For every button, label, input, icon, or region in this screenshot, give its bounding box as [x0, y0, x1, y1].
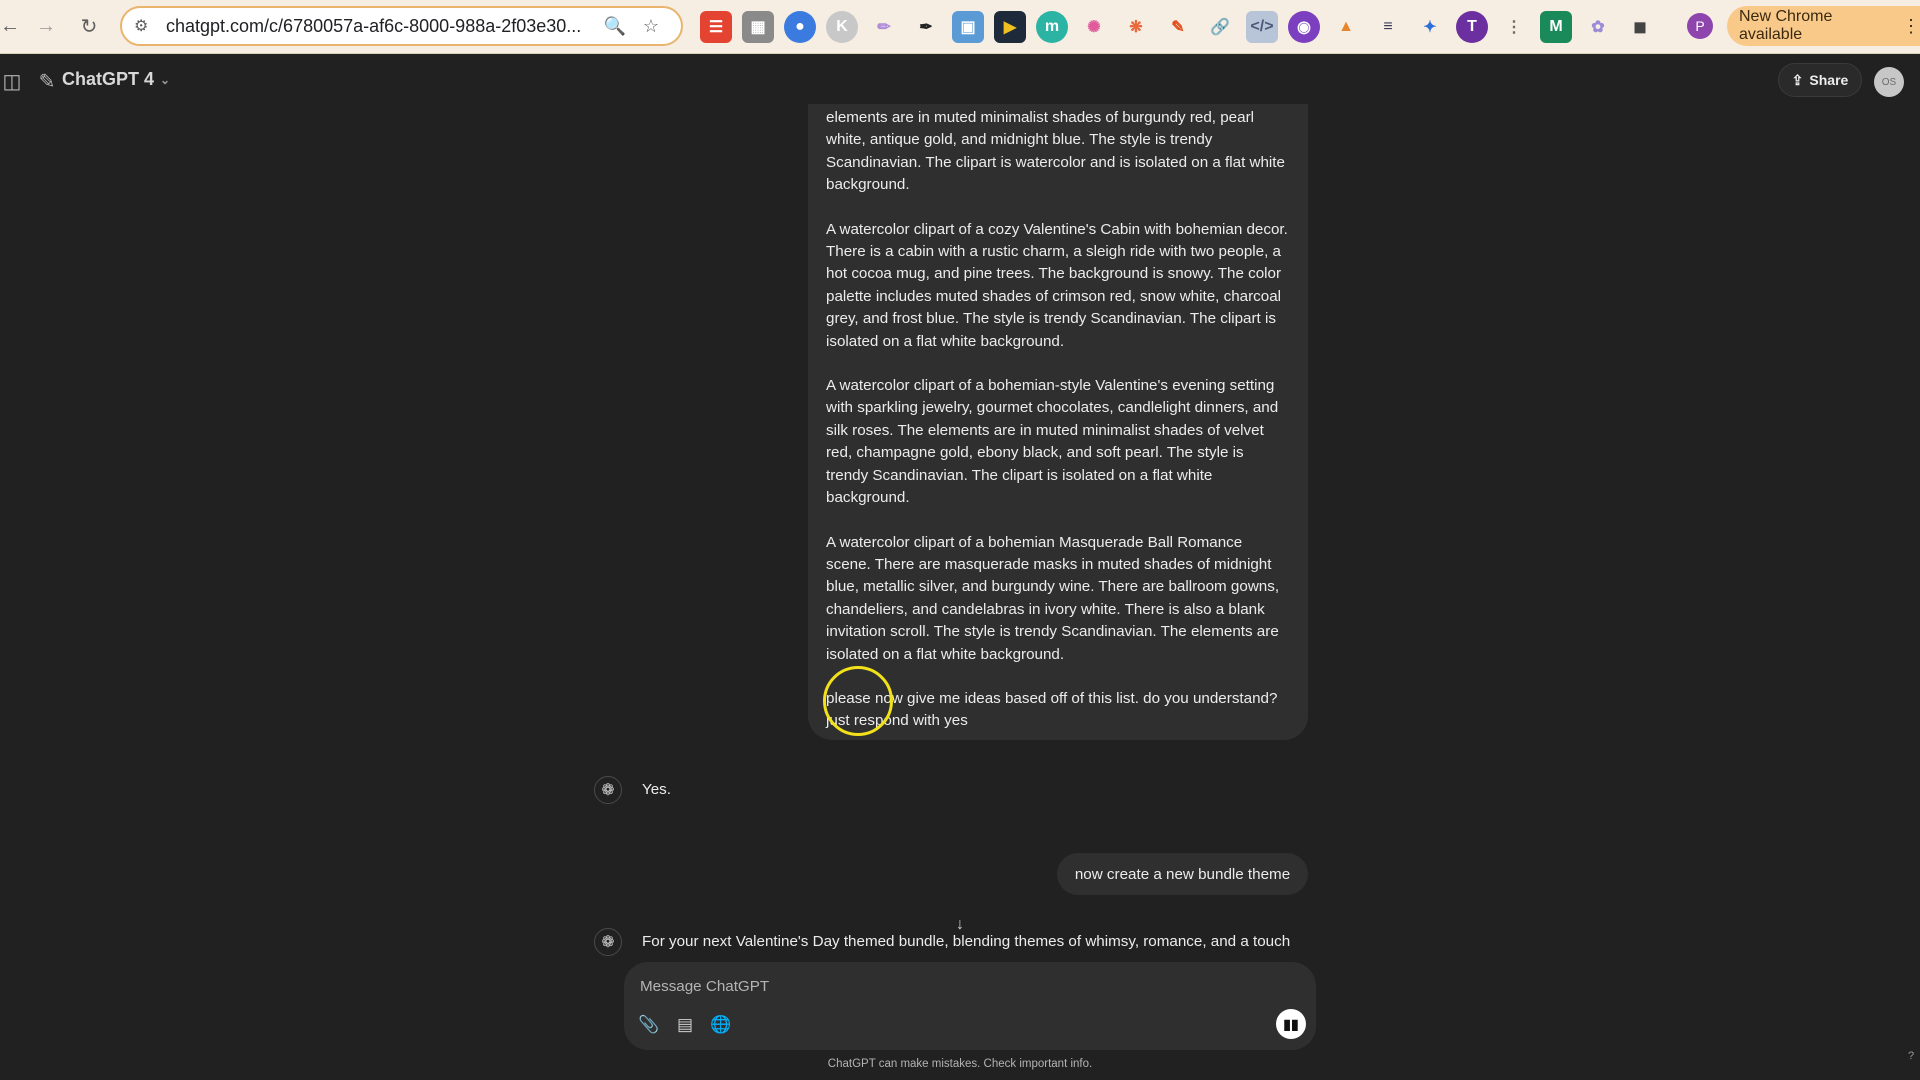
- help-icon[interactable]: ?: [1908, 1050, 1914, 1062]
- brain-icon[interactable]: ✿: [1582, 11, 1614, 43]
- profile-avatar[interactable]: P: [1687, 13, 1713, 39]
- user-message-bubble: elements are in muted minimalist shades …: [808, 104, 1308, 740]
- voice-mode-button[interactable]: ▮▮: [1276, 1009, 1306, 1039]
- cursor-highlight: [823, 666, 893, 736]
- attach-paperclip-icon[interactable]: 📎: [638, 1014, 660, 1036]
- model-name: ChatGPT 4: [62, 69, 155, 89]
- composer-tools: 📎 ▤ 🌐: [638, 1014, 732, 1036]
- assistant-message-text: For your next Valentine's Day themed bun…: [642, 933, 1291, 950]
- message-paragraph: A watercolor clipart of a cozy Valentine…: [826, 220, 1288, 350]
- link-icon[interactable]: 🔗: [1204, 11, 1236, 43]
- message-paragraph: A watercolor clipart of a bohemian-style…: [826, 377, 1279, 507]
- code-icon[interactable]: </>: [1246, 11, 1278, 43]
- message-paragraph: please now give me ideas based off of th…: [826, 689, 1278, 730]
- stack-icon[interactable]: ≡: [1372, 11, 1404, 43]
- new-chat-icon[interactable]: ✎: [31, 65, 63, 97]
- share-label: Share: [1809, 72, 1849, 88]
- k-icon[interactable]: K: [826, 11, 858, 43]
- chrome-swirl-icon[interactable]: ❋: [1120, 11, 1152, 43]
- reload-icon[interactable]: ↻: [71, 8, 107, 44]
- pencil-icon[interactable]: ✎: [1162, 11, 1194, 43]
- eye-icon[interactable]: ◉: [1288, 11, 1320, 43]
- chat-header: ◫ ✎ ChatGPT 4 ⌄ ⇪ Share OS: [0, 60, 1920, 102]
- play-icon[interactable]: ▶: [994, 11, 1026, 43]
- message-composer: 📎 ▤ 🌐 ▮▮: [624, 962, 1316, 1050]
- sidebar-toggle-icon[interactable]: ◫: [0, 65, 28, 97]
- upload-icon: ⇪: [1791, 71, 1804, 88]
- dots-icon[interactable]: ⋮: [1498, 11, 1530, 43]
- chevron-down-icon: ⌄: [160, 72, 171, 87]
- user-message-text: now create a new bundle theme: [1074, 865, 1291, 883]
- m-logo-icon[interactable]: M: [1540, 11, 1572, 43]
- chatgpt-logo-icon: ❁: [594, 776, 622, 804]
- chatgpt-logo-icon: ❁: [594, 928, 622, 956]
- fox-icon[interactable]: ▲: [1330, 11, 1362, 43]
- screenshot-icon[interactable]: ▣: [952, 11, 984, 43]
- globe-icon[interactable]: 🌐: [710, 1014, 732, 1036]
- puzzle-icon[interactable]: ◼: [1624, 11, 1656, 43]
- message-input[interactable]: [640, 972, 1240, 1000]
- bird-icon[interactable]: ✦: [1414, 11, 1446, 43]
- assistant-message-text: Yes.: [642, 781, 671, 798]
- disclaimer-text: ChatGPT can make mistakes. Check importa…: [827, 1058, 1093, 1070]
- extensions-row: ☰ ▦ ● K ✏ ✒ ▣ ▶ m ✺ ❋ ✎ 🔗 </> ◉ ▲ ≡ ✦ T …: [700, 11, 1656, 43]
- t-icon[interactable]: T: [1456, 11, 1488, 43]
- model-selector[interactable]: ChatGPT 4 ⌄: [62, 69, 170, 90]
- bookmark-star-icon[interactable]: ☆: [633, 16, 669, 37]
- dropper-icon[interactable]: ✒: [910, 11, 942, 43]
- assistant-message: ❁ Yes.: [594, 776, 671, 804]
- message-paragraph: A watercolor clipart of a bohemian Masqu…: [826, 533, 1280, 663]
- message-paragraph: elements are in muted minimalist shades …: [826, 109, 1285, 194]
- chat-icon[interactable]: ●: [784, 11, 816, 43]
- pen-icon[interactable]: ✏: [868, 11, 900, 43]
- assistant-message: ❁ For your next Valentine's Day themed b…: [594, 928, 1290, 956]
- address-bar[interactable]: ⚙ chatgpt.com/c/6780057a-af6c-8000-988a-…: [120, 6, 683, 46]
- site-settings-icon[interactable]: ⚙: [134, 16, 154, 36]
- m-circle-icon[interactable]: m: [1036, 11, 1068, 43]
- user-avatar[interactable]: OS: [1874, 67, 1904, 97]
- user-message-bubble: now create a new bundle theme: [1057, 853, 1308, 895]
- chrome-update-button[interactable]: New Chrome available ⋮: [1727, 6, 1920, 46]
- browser-toolbar: ← → ↻ ⚙ chatgpt.com/c/6780057a-af6c-8000…: [0, 0, 1920, 54]
- kebab-menu-icon[interactable]: ⋮: [1902, 16, 1920, 37]
- url-text[interactable]: chatgpt.com/c/6780057a-af6c-8000-988a-2f…: [166, 16, 597, 37]
- forward-arrow-icon[interactable]: →: [28, 8, 64, 44]
- chrome-update-label: New Chrome available: [1739, 8, 1833, 43]
- todoist-icon[interactable]: ☰: [700, 11, 732, 43]
- zoom-icon[interactable]: 🔍: [597, 16, 633, 37]
- notes-icon[interactable]: ▦: [742, 11, 774, 43]
- back-arrow-icon[interactable]: ←: [0, 8, 28, 44]
- tools-briefcase-icon[interactable]: ▤: [674, 1014, 696, 1036]
- share-button[interactable]: ⇪ Share: [1778, 63, 1862, 97]
- color-wheel-icon[interactable]: ✺: [1078, 11, 1110, 43]
